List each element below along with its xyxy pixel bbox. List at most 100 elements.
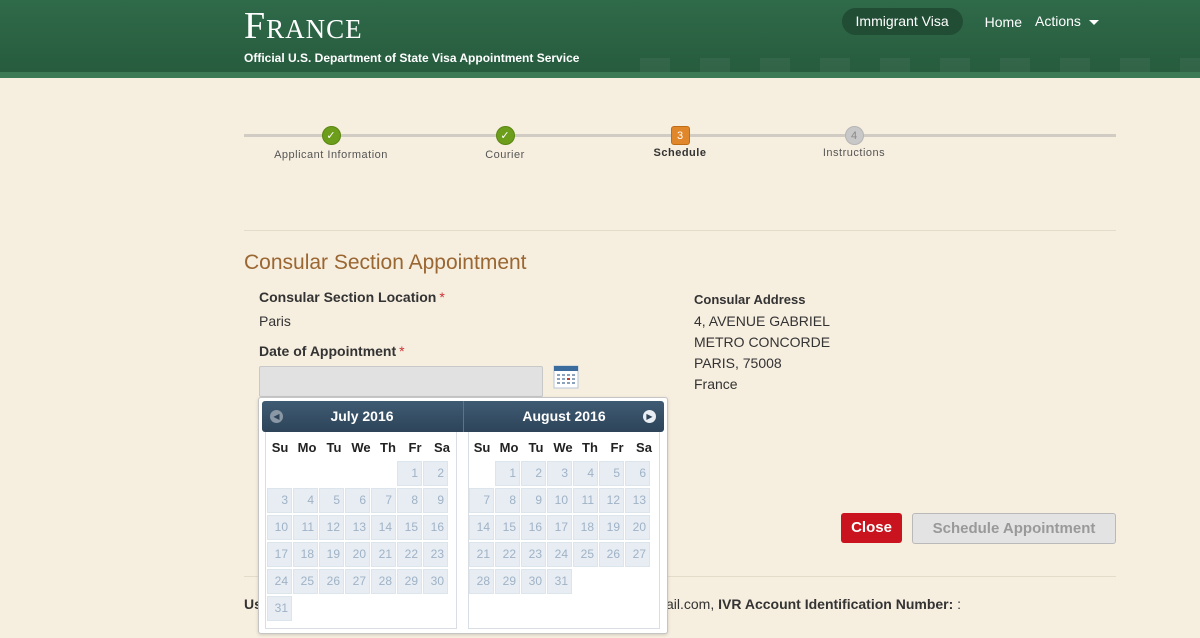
weekday-label: Tu xyxy=(326,440,342,455)
weekday-label: We xyxy=(351,440,371,455)
day-cell-disabled: 15 xyxy=(397,515,422,540)
weekday-label: Mo xyxy=(297,440,317,455)
day-cell-disabled: 26 xyxy=(599,542,624,567)
day-cell-disabled: 26 xyxy=(319,569,344,594)
day-cell-disabled: 27 xyxy=(625,542,650,567)
nav-home[interactable]: Home xyxy=(985,14,1022,30)
month-title: August 2016 xyxy=(522,408,606,424)
day-cell-disabled: 24 xyxy=(267,569,292,594)
date-label: Date of Appointment * xyxy=(259,343,405,359)
day-cell-disabled: 19 xyxy=(599,515,624,540)
weekday-header: Su Mo Tu We Th Fr Sa xyxy=(469,436,665,460)
day-cell-disabled: 16 xyxy=(423,515,448,540)
week-row: 31 xyxy=(267,595,463,622)
weekday-label: Th xyxy=(380,440,396,455)
day-cell-disabled: 2 xyxy=(423,461,448,486)
check-icon: ✓ xyxy=(495,126,515,145)
empty-day-cell xyxy=(423,596,448,621)
month-grid-august: Su Mo Tu We Th Fr Sa 1 2 3 4 5 6 7 8 9 10 11 12 13 14 15 16 17 1… xyxy=(469,436,665,595)
step-label: Applicant Information xyxy=(274,149,388,161)
footer-account-info: ail.com, IVR Account Identification Numb… xyxy=(666,596,961,612)
day-cell-disabled: 31 xyxy=(267,596,292,621)
nav-visa-type[interactable]: Immigrant Visa xyxy=(841,8,963,35)
day-cell-disabled: 18 xyxy=(573,515,598,540)
calendar-icon[interactable] xyxy=(553,364,579,390)
ivr-label: IVR Account Identification Number: xyxy=(718,596,954,612)
site-subtitle: Official U.S. Department of State Visa A… xyxy=(244,51,580,65)
day-cell-disabled: 30 xyxy=(423,569,448,594)
section-divider xyxy=(244,230,1116,231)
schedule-appointment-button[interactable]: Schedule Appointment xyxy=(912,513,1116,544)
empty-day-cell xyxy=(625,569,650,594)
empty-day-cell xyxy=(319,461,344,486)
step-label: Schedule xyxy=(653,147,707,159)
appointment-date-input[interactable] xyxy=(259,366,543,397)
day-cell-disabled: 14 xyxy=(469,515,494,540)
weekday-label: Fr xyxy=(610,440,624,455)
day-cell-disabled: 7 xyxy=(371,488,396,513)
step-instructions: 4 Instructions xyxy=(764,126,944,159)
day-cell-disabled: 25 xyxy=(573,542,598,567)
step-applicant-information: ✓ Applicant Information xyxy=(241,126,421,161)
day-cell-disabled: 20 xyxy=(345,542,370,567)
day-cell-disabled: 3 xyxy=(267,488,292,513)
site-title: France xyxy=(244,5,363,47)
day-cell-disabled: 4 xyxy=(293,488,318,513)
step-label: Courier xyxy=(485,149,525,161)
day-cell-disabled: 18 xyxy=(293,542,318,567)
weekday-label: We xyxy=(553,440,573,455)
week-row: 123456 xyxy=(469,460,665,487)
day-cell-disabled: 16 xyxy=(521,515,546,540)
day-cell-disabled: 3 xyxy=(547,461,572,486)
empty-day-cell xyxy=(345,596,370,621)
step-label: Instructions xyxy=(822,147,886,159)
location-value: Paris xyxy=(259,313,291,329)
day-cell-disabled: 21 xyxy=(371,542,396,567)
month-title: July 2016 xyxy=(330,408,394,424)
location-label: Consular Section Location * xyxy=(259,289,445,305)
day-cell-disabled: 28 xyxy=(469,569,494,594)
next-arrow-icon[interactable]: ▶ xyxy=(643,410,656,423)
day-cell-disabled: 25 xyxy=(293,569,318,594)
day-cell-disabled: 27 xyxy=(345,569,370,594)
close-button[interactable]: Close xyxy=(841,513,902,543)
weekday-label: Fr xyxy=(408,440,422,455)
footer-email: ail.com, xyxy=(666,596,715,612)
empty-day-cell xyxy=(345,461,370,486)
empty-day-cell xyxy=(397,596,422,621)
week-row: 17 18 19 20 21 22 23 xyxy=(267,541,463,568)
nav-actions-label: Actions xyxy=(1035,13,1081,29)
caret-down-icon xyxy=(1088,19,1099,25)
empty-day-cell xyxy=(319,596,344,621)
nav-actions-dropdown[interactable]: Actions xyxy=(1035,8,1099,35)
weekday-label: Mo xyxy=(499,440,519,455)
datepicker-popup: ◀ July 2016 August 2016 ▶ Su Mo Tu We Th Fr Sa… xyxy=(258,397,668,634)
location-label-text: Consular Section Location xyxy=(259,289,437,305)
datepicker-header: ◀ July 2016 August 2016 ▶ xyxy=(262,401,664,432)
day-cell-disabled: 31 xyxy=(547,569,572,594)
week-row: 12 xyxy=(267,460,463,487)
day-cell-disabled: 7 xyxy=(469,488,494,513)
day-cell-disabled: 23 xyxy=(521,542,546,567)
week-row: 3456789 xyxy=(267,487,463,514)
day-cell-disabled: 21 xyxy=(469,542,494,567)
day-cell-disabled: 4 xyxy=(573,461,598,486)
date-label-text: Date of Appointment xyxy=(259,343,397,359)
day-cell-disabled: 10 xyxy=(547,488,572,513)
address-line: PARIS, 75008 xyxy=(694,355,782,371)
step-number-badge: 4 xyxy=(844,126,864,145)
week-row: 10 11 12 13 14 15 16 xyxy=(267,514,463,541)
day-cell-disabled: 17 xyxy=(267,542,292,567)
day-cell-disabled: 15 xyxy=(495,515,520,540)
weekday-label: Sa xyxy=(636,440,652,455)
weekday-label: Th xyxy=(582,440,598,455)
day-cell-disabled: 28 xyxy=(371,569,396,594)
day-cell-disabled: 13 xyxy=(625,488,650,513)
step-number-badge: 3 xyxy=(670,126,690,145)
day-cell-disabled: 19 xyxy=(319,542,344,567)
day-cell-disabled: 11 xyxy=(573,488,598,513)
step-schedule: 3 Schedule xyxy=(590,126,770,159)
section-title: Consular Section Appointment xyxy=(244,251,527,274)
day-cell-disabled: 22 xyxy=(495,542,520,567)
day-cell-disabled: 9 xyxy=(521,488,546,513)
